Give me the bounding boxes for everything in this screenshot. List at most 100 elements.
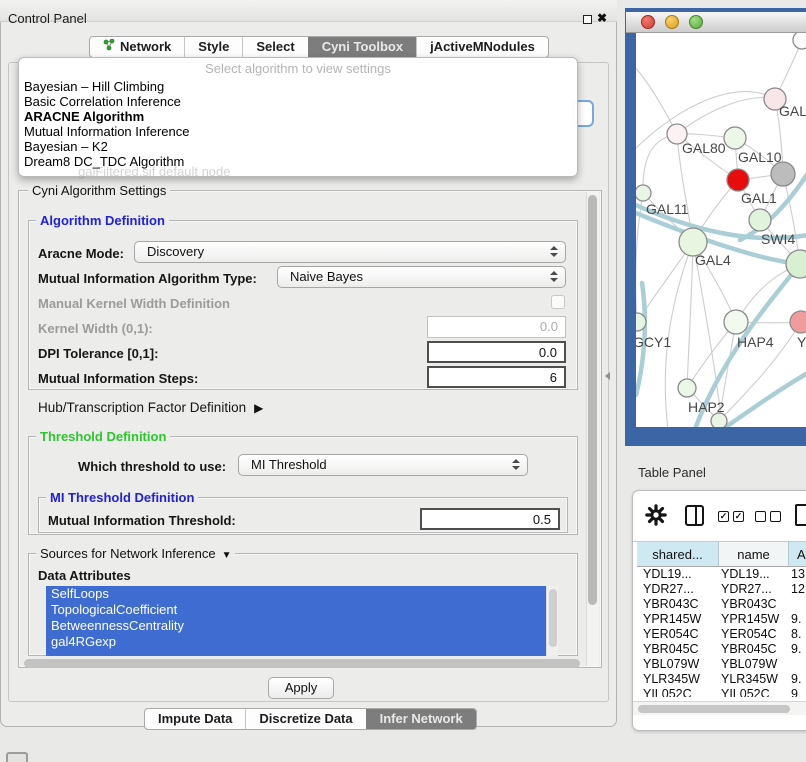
table-row[interactable]: YDR27...YDR27...12 [637,582,806,597]
which-threshold-select[interactable]: MI Threshold [238,454,528,476]
network-node[interactable] [636,185,651,201]
column-header-shared-name[interactable]: shared... [637,542,719,567]
table-row[interactable]: YBR043CYBR043C [637,597,806,612]
aracne-mode-select[interactable]: Discovery [134,241,566,263]
tab-infer-network[interactable]: Infer Network [366,709,476,729]
network-node[interactable] [749,209,771,231]
sources-group-expander[interactable]: Sources for Network Inference▼ [36,546,235,561]
table-row[interactable]: YDL19...YDL19...13 [637,567,806,582]
data-attributes-label: Data Attributes [38,568,131,583]
network-edge-highlighted[interactable] [723,373,806,427]
settings-horizontal-scrollbar-thumb[interactable] [24,659,580,668]
table-cell [789,597,791,612]
attribute-list-item[interactable]: SelfLoops [46,586,546,602]
tab-style[interactable]: Style [184,37,242,57]
column-header-partial[interactable]: A [789,542,806,567]
algorithm-definition-title: Algorithm Definition [36,213,169,228]
table-rows[interactable]: YDL19...YDL19...13YDR27...YDR27...12YBR0… [637,567,806,697]
data-attributes-list[interactable]: SelfLoopsTopologicalCoefficientBetweenne… [46,586,558,656]
table-cell: 9. [789,672,801,687]
cyni-bottom-tab-bar: Impute Data Discretize Data Infer Networ… [144,708,477,730]
checked-checkbox-icon[interactable]: ✓ [733,511,744,522]
tab-discretize-data[interactable]: Discretize Data [245,709,365,729]
gear-icon[interactable] [645,504,667,531]
tab-network[interactable]: Network [90,37,184,57]
table-cell: 12 [789,582,805,597]
table-cell: YIL052C [637,687,721,697]
algorithm-dropdown-list[interactable]: Select algorithm to view settings Bayesi… [18,57,578,177]
apply-button[interactable]: Apply [268,677,334,699]
network-edge[interactable] [687,242,693,388]
close-traffic-light-icon[interactable] [641,15,655,29]
network-edge[interactable] [636,63,677,134]
network-node[interactable] [724,310,748,334]
tab-cyni-toolbox[interactable]: Cyni Toolbox [308,37,416,57]
network-node-label: GCY1 [636,334,671,350]
kernel-width-label: Kernel Width (0,1): [38,321,153,336]
checked-checkbox-icon[interactable]: ✓ [718,511,729,522]
table-cell: YBR045C [637,642,721,657]
table-row[interactable]: YER054CYER054C8. [637,627,806,642]
algorithm-option[interactable]: Mutual Information Inference [19,124,577,139]
attribute-list-item[interactable]: gal4RGexp [46,634,546,650]
table-row[interactable]: YLR345WYLR345W9. [637,672,806,687]
network-node[interactable] [678,379,696,397]
tab-select[interactable]: Select [242,37,307,57]
network-node-label: GAL10 [738,149,782,165]
network-node[interactable] [771,162,795,186]
algorithm-option[interactable]: Bayesian – K2 [19,139,577,154]
attribute-list-item[interactable]: BetweennessCentrality [46,618,546,634]
split-columns-icon[interactable] [685,505,704,526]
mi-type-select[interactable]: Naive Bayes [277,266,566,288]
close-icon[interactable]: ✖ [597,11,607,25]
network-node-label: HAP4 [737,334,774,350]
mi-steps-input[interactable]: 6 [427,366,566,388]
table-cell: YBR043C [721,597,789,612]
column-header-name[interactable]: name [719,542,789,567]
network-view-canvas[interactable]: GALGAL80GAL10GAL1GAL11SWI4GAL4GCY1HAP4YH… [636,33,806,427]
which-threshold-value: MI Threshold [251,457,327,472]
unchecked-checkbox-icon[interactable] [755,511,766,522]
table-horizontal-scrollbar-thumb[interactable] [638,705,790,713]
table-row[interactable]: YPR145WYPR145W9. [637,612,806,627]
algorithm-option[interactable]: Bayesian – Hill Climbing [19,79,577,94]
network-node[interactable] [786,250,806,278]
network-node[interactable] [793,33,806,49]
network-node[interactable] [724,127,746,149]
mi-threshold-label: Mutual Information Threshold: [48,513,236,528]
kernel-width-input[interactable]: 0.0 [427,316,566,338]
aracne-mode-label: Aracne Mode: [38,246,124,261]
table-cell: YBL079W [721,657,789,672]
mi-threshold-input[interactable]: 0.5 [420,508,560,530]
document-icon[interactable] [795,504,806,526]
network-node-label: GAL [779,103,806,119]
table-horizontal-scrollbar[interactable] [633,701,806,715]
tab-jactivemnodules[interactable]: jActiveMNodules [416,37,548,57]
network-node[interactable] [790,311,806,333]
table-row[interactable]: YBL079WYBL079W [637,657,806,672]
partial-bottom-button[interactable] [6,752,28,762]
float-window-icon[interactable] [583,15,592,24]
network-edge[interactable] [677,98,775,134]
network-node[interactable] [727,169,749,191]
tab-impute-data[interactable]: Impute Data [145,709,245,729]
attribute-list-item[interactable]: TopologicalCoefficient [46,602,546,618]
attributes-list-scrollbar[interactable] [546,586,558,656]
unchecked-checkbox-icon[interactable] [770,511,781,522]
algorithm-option[interactable]: ARACNE Algorithm [19,109,577,124]
minimize-traffic-light-icon[interactable] [665,15,679,29]
table-cell: 9. [789,612,801,627]
dpi-tolerance-input[interactable]: 0.0 [427,341,566,363]
panel-divider-collapse-icon[interactable] [605,372,610,380]
network-edge-highlighted[interactable] [740,173,806,240]
algorithm-option[interactable]: Basic Correlation Inference [19,94,577,109]
network-node[interactable] [711,413,727,427]
settings-vertical-scrollbar-thumb[interactable] [588,195,597,605]
hub-definition-expander[interactable]: Hub/Transcription Factor Definition▶ [38,400,263,415]
table-row[interactable]: YIL052CYIL052C9 [637,687,806,697]
table-row[interactable]: YBR045CYBR045C9. [637,642,806,657]
manual-kernel-checkbox[interactable] [551,295,565,309]
zoom-traffic-light-icon[interactable] [689,15,703,29]
table-cell: YDL19... [637,567,721,582]
table-cell: 13 [789,567,805,582]
